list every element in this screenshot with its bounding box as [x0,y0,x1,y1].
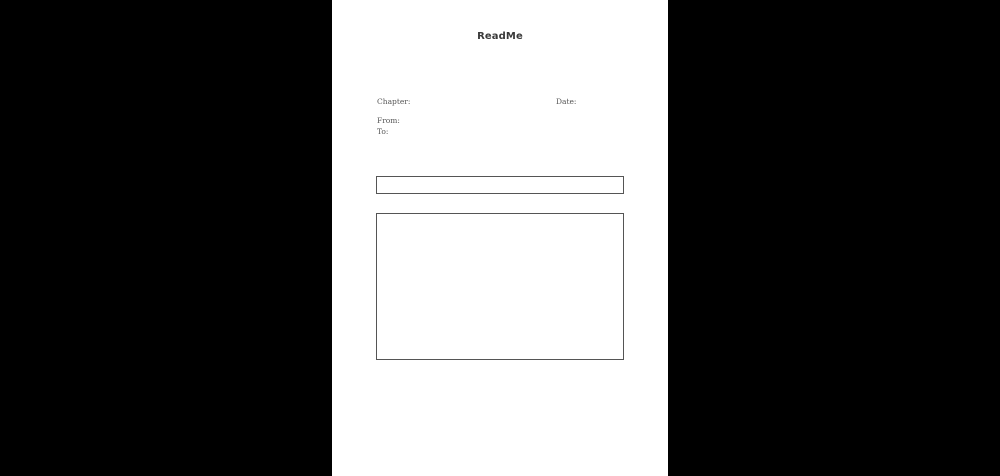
document-page: ReadMe Chapter: Date: From: To: [332,0,668,476]
from-label: From: [377,116,400,125]
viewer-background: ReadMe Chapter: Date: From: To: [0,0,1000,476]
subject-field[interactable] [376,176,624,194]
page-title: ReadMe [477,31,523,42]
message-body-field[interactable] [376,213,624,360]
to-label: To: [377,127,389,136]
date-label: Date: [556,97,577,106]
chapter-label: Chapter: [377,97,411,106]
